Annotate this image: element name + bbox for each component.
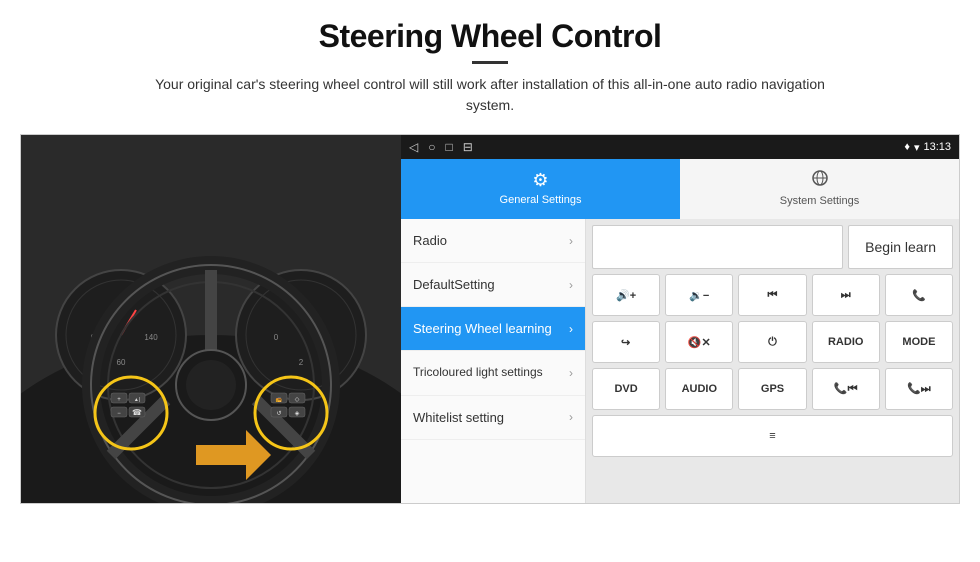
phone-prev-button[interactable]: 📞⏮ <box>812 368 880 410</box>
begin-learn-button[interactable]: Begin learn <box>848 225 953 269</box>
system-settings-icon <box>811 169 829 192</box>
menu-default-chevron: › <box>569 278 573 292</box>
title-divider <box>472 61 508 64</box>
mute-button[interactable]: 🔇✕ <box>665 321 733 363</box>
tab-general-label: General Settings <box>500 194 582 206</box>
volume-up-icon: 🔊+ <box>616 289 636 302</box>
tab-bar: ⚙ General Settings System Settings <box>401 159 959 219</box>
hang-up-icon: ↩ <box>621 336 630 349</box>
menu-item-steering[interactable]: Steering Wheel learning › <box>401 307 585 351</box>
menu-nav-icon[interactable]: ⊟ <box>463 140 473 154</box>
volume-down-icon: 🔉− <box>689 289 709 302</box>
gps-button[interactable]: GPS <box>738 368 806 410</box>
menu-steering-chevron: › <box>569 322 573 336</box>
menu-whitelist-label: Whitelist setting <box>413 410 504 425</box>
svg-text:0: 0 <box>274 333 279 342</box>
button-row-1: 🔊+ 🔉− ⏮ ⏭ 📞 <box>592 274 953 316</box>
page-title: Steering Wheel Control <box>40 18 940 55</box>
mute-icon: 🔇✕ <box>688 336 711 349</box>
svg-text:140: 140 <box>144 333 158 342</box>
svg-text:📻: 📻 <box>276 396 282 403</box>
clock: 13:13 <box>923 141 951 153</box>
svg-text:◇: ◇ <box>295 397 300 403</box>
list-button[interactable]: ≡ <box>592 415 953 457</box>
location-icon: ♦ <box>904 141 910 153</box>
menu-tricolour-label: Tricoloured light settings <box>413 365 543 381</box>
back-nav-icon[interactable]: ◁ <box>409 140 418 154</box>
menu-whitelist-chevron: › <box>569 410 573 424</box>
phone-icon: 📞 <box>912 289 926 302</box>
menu-item-default[interactable]: DefaultSetting › <box>401 263 585 307</box>
menu-steering-label: Steering Wheel learning <box>413 321 552 336</box>
svg-text:−: − <box>117 411 121 417</box>
svg-text:60: 60 <box>117 358 126 367</box>
prev-track-button[interactable]: ⏮ <box>738 274 806 316</box>
svg-text:2: 2 <box>299 358 304 367</box>
menu-radio-label: Radio <box>413 233 447 248</box>
power-icon: ⏻ <box>768 336 777 349</box>
button-row-3: DVD AUDIO GPS 📞⏮ 📞⏭ <box>592 368 953 410</box>
button-row-2: ↩ 🔇✕ ⏻ RADIO MODE <box>592 321 953 363</box>
menu-item-whitelist[interactable]: Whitelist setting › <box>401 396 585 440</box>
phone-next-button[interactable]: 📞⏭ <box>885 368 953 410</box>
main-content: 100 60 0 140 3 2 0 5 <box>20 134 960 504</box>
tab-system-settings[interactable]: System Settings <box>680 159 959 219</box>
svg-text:◈: ◈ <box>295 411 300 417</box>
wheel-image: 100 60 0 140 3 2 0 5 <box>21 135 401 503</box>
status-bar-right: ♦ ▾ 13:13 <box>904 141 951 154</box>
android-ui: ◁ ○ □ ⊟ ♦ ▾ 13:13 ⚙ General Settings <box>401 135 959 503</box>
next-track-button[interactable]: ⏭ <box>812 274 880 316</box>
audio-button[interactable]: AUDIO <box>665 368 733 410</box>
tab-system-label: System Settings <box>780 195 859 207</box>
menu-default-label: DefaultSetting <box>413 277 495 292</box>
mode-button[interactable]: MODE <box>885 321 953 363</box>
dvd-button[interactable]: DVD <box>592 368 660 410</box>
status-bar-nav: ◁ ○ □ ⊟ <box>409 140 473 154</box>
button-row-4: ≡ <box>592 415 953 457</box>
volume-up-button[interactable]: 🔊+ <box>592 274 660 316</box>
menu-item-tricolour[interactable]: Tricoloured light settings › <box>401 351 585 396</box>
page-subtitle: Your original car's steering wheel contr… <box>140 74 840 116</box>
hang-up-button[interactable]: ↩ <box>592 321 660 363</box>
svg-text:+: + <box>117 397 121 403</box>
signal-icon: ▾ <box>914 141 920 154</box>
learn-input-field <box>592 225 843 269</box>
menu-item-radio[interactable]: Radio › <box>401 219 585 263</box>
phone-next-icon: 📞⏭ <box>907 382 931 396</box>
home-nav-icon[interactable]: ○ <box>428 140 435 154</box>
left-menu: Radio › DefaultSetting › Steering Wheel … <box>401 219 586 503</box>
prev-track-icon: ⏮ <box>768 289 778 302</box>
svg-text:↺: ↺ <box>276 410 281 417</box>
begin-learn-row: Begin learn <box>592 225 953 269</box>
content-area: Radio › DefaultSetting › Steering Wheel … <box>401 219 959 503</box>
next-track-icon: ⏭ <box>841 289 851 302</box>
phone-prev-icon: 📞⏮ <box>834 382 858 396</box>
svg-text:▲|: ▲| <box>134 397 140 403</box>
tab-general-settings[interactable]: ⚙ General Settings <box>401 159 680 219</box>
right-panel: Begin learn 🔊+ 🔉− ⏮ ⏭ <box>586 219 959 503</box>
menu-tricolour-chevron: › <box>569 366 573 380</box>
volume-down-button[interactable]: 🔉− <box>665 274 733 316</box>
answer-call-button[interactable]: 📞 <box>885 274 953 316</box>
recents-nav-icon[interactable]: □ <box>445 140 452 154</box>
radio-button[interactable]: RADIO <box>812 321 880 363</box>
general-settings-icon: ⚙ <box>532 170 548 191</box>
menu-radio-chevron: › <box>569 234 573 248</box>
list-icon: ≡ <box>769 430 775 442</box>
status-bar: ◁ ○ □ ⊟ ♦ ▾ 13:13 <box>401 135 959 159</box>
svg-text:☎: ☎ <box>132 408 142 417</box>
page-header: Steering Wheel Control Your original car… <box>0 0 980 124</box>
power-button[interactable]: ⏻ <box>738 321 806 363</box>
